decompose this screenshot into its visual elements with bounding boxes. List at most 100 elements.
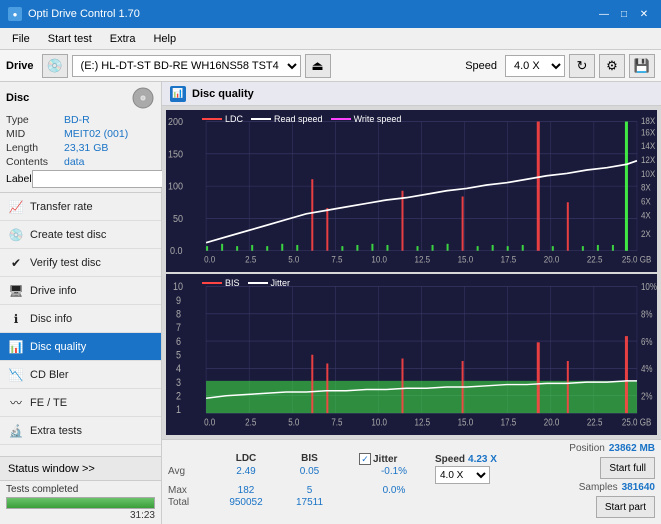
svg-text:6X: 6X: [641, 196, 651, 207]
speed-select[interactable]: 4.0 X 8.0 X: [505, 55, 565, 77]
left-panel: Disc Type BD-R MID MEIT02 (001) Length: [0, 82, 162, 524]
settings-button[interactable]: ⚙: [599, 54, 625, 78]
chart1-svg: 200 150 100 50 0.0 18X 16X 14X 12X 10X 8…: [166, 110, 657, 272]
svg-text:25.0 GB: 25.0 GB: [622, 254, 652, 265]
svg-text:10.0: 10.0: [371, 254, 387, 265]
svg-text:22.5: 22.5: [587, 416, 603, 427]
refresh-button[interactable]: ↻: [569, 54, 595, 78]
start-full-button[interactable]: Start full: [600, 457, 655, 479]
maximize-button[interactable]: □: [615, 5, 633, 23]
chart-title-bar: 📊 Disc quality: [162, 82, 661, 106]
nav-verify-test-disc[interactable]: ✔ Verify test disc: [0, 249, 161, 277]
cd-bler-icon: 📉: [8, 367, 24, 383]
nav-disc-quality[interactable]: 📊 Disc quality: [0, 333, 161, 361]
ldc-header: LDC: [216, 453, 276, 465]
type-value: BD-R: [64, 114, 90, 126]
contents-value: data: [64, 156, 84, 168]
read-speed-legend-item: Read speed: [251, 114, 323, 124]
progress-time: 31:23: [6, 510, 155, 521]
progress-bar-background: [6, 497, 155, 509]
svg-text:150: 150: [168, 149, 184, 161]
drive-icon-btn[interactable]: 💿: [42, 54, 68, 78]
svg-text:6: 6: [176, 336, 181, 348]
nav-create-test-disc[interactable]: 💿 Create test disc: [0, 221, 161, 249]
svg-text:0.0: 0.0: [204, 254, 215, 265]
chart-title-icon: 📊: [170, 86, 186, 102]
length-value: 23,31 GB: [64, 142, 108, 154]
menu-start-test[interactable]: Start test: [40, 31, 100, 47]
svg-text:6%: 6%: [641, 336, 653, 347]
jitter-legend-item: Jitter: [248, 278, 291, 288]
nav-extra-tests[interactable]: 🔬 Extra tests: [0, 417, 161, 445]
svg-text:5: 5: [176, 349, 181, 361]
svg-text:5.0: 5.0: [288, 416, 299, 427]
nav-cd-bler[interactable]: 📉 CD Bler: [0, 361, 161, 389]
avg-label: Avg: [168, 466, 210, 484]
svg-text:4: 4: [176, 363, 181, 375]
nav-transfer-rate[interactable]: 📈 Transfer rate: [0, 193, 161, 221]
stats-area: LDC BIS ✓ Jitter Speed 4.23 X Avg 2.49: [162, 439, 661, 524]
speed-select-container: 4.0 X: [435, 466, 505, 484]
nav-fe-te[interactable]: 〰 FE / TE: [0, 389, 161, 417]
nav-disc-info[interactable]: ℹ Disc info: [0, 305, 161, 333]
status-text: Tests completed: [6, 484, 155, 495]
svg-text:8%: 8%: [641, 308, 653, 319]
disc-image-icon: [131, 86, 155, 110]
svg-text:200: 200: [168, 116, 184, 128]
svg-text:2%: 2%: [641, 390, 653, 401]
jitter-checkbox[interactable]: ✓: [359, 453, 371, 465]
svg-text:22.5: 22.5: [587, 254, 603, 265]
drive-label: Drive: [6, 60, 34, 72]
save-button[interactable]: 💾: [629, 54, 655, 78]
write-speed-legend-item: Write speed: [331, 114, 402, 124]
svg-text:10X: 10X: [641, 168, 655, 179]
right-panel: 📊 Disc quality LDC Read speed: [162, 82, 661, 524]
svg-text:2: 2: [176, 390, 181, 402]
svg-text:2.5: 2.5: [245, 254, 256, 265]
app-icon: ●: [8, 7, 22, 21]
write-speed-legend-color: [331, 118, 351, 120]
samples-row: Samples 381640: [579, 482, 655, 493]
label-input[interactable]: [32, 170, 170, 188]
avg-jitter: -0.1%: [359, 466, 429, 484]
svg-text:1: 1: [176, 404, 181, 416]
svg-text:0.0: 0.0: [204, 416, 215, 427]
svg-text:17.5: 17.5: [501, 416, 517, 427]
svg-text:10: 10: [173, 281, 183, 293]
minimize-button[interactable]: —: [595, 5, 613, 23]
create-disc-icon: 💿: [8, 227, 24, 243]
close-button[interactable]: ✕: [635, 5, 653, 23]
status-progress-area: Tests completed 31:23: [0, 481, 161, 524]
ldc-legend-item: LDC: [202, 114, 243, 124]
svg-text:7: 7: [176, 322, 181, 334]
svg-text:7.5: 7.5: [331, 254, 342, 265]
svg-text:50: 50: [173, 213, 184, 225]
avg-bis: 0.05: [282, 466, 337, 484]
start-part-button[interactable]: Start part: [596, 496, 655, 518]
svg-text:5.0: 5.0: [288, 254, 299, 265]
svg-text:4X: 4X: [641, 210, 651, 221]
menu-file[interactable]: File: [4, 31, 38, 47]
status-bar: Status window >> Tests completed 31:23: [0, 456, 161, 524]
label-label: Label: [6, 173, 32, 185]
status-window-button[interactable]: Status window >>: [0, 457, 161, 481]
menu-extra[interactable]: Extra: [102, 31, 144, 47]
max-label: Max: [168, 485, 210, 496]
mid-value: MEIT02 (001): [64, 128, 128, 140]
max-jitter: 0.0%: [359, 485, 429, 496]
avg-speed-value: 4.23 X: [468, 454, 497, 465]
eject-button[interactable]: ⏏: [305, 54, 331, 78]
bis-header: BIS: [282, 453, 337, 465]
svg-text:10.0: 10.0: [371, 416, 387, 427]
jitter-check-container: ✓ Jitter: [359, 453, 429, 465]
svg-text:0.0: 0.0: [170, 246, 183, 258]
speed-header-container: Speed 4.23 X: [435, 453, 505, 465]
menu-help[interactable]: Help: [145, 31, 184, 47]
nav-drive-info[interactable]: 🖥 Drive info: [0, 277, 161, 305]
chart-title: Disc quality: [192, 88, 254, 100]
jitter-header: Jitter: [373, 454, 397, 465]
speed-select-stats[interactable]: 4.0 X: [435, 466, 490, 484]
svg-text:2X: 2X: [641, 228, 651, 239]
drive-select[interactable]: (E:) HL-DT-ST BD-RE WH16NS58 TST4: [72, 55, 301, 77]
svg-text:14X: 14X: [641, 141, 655, 152]
